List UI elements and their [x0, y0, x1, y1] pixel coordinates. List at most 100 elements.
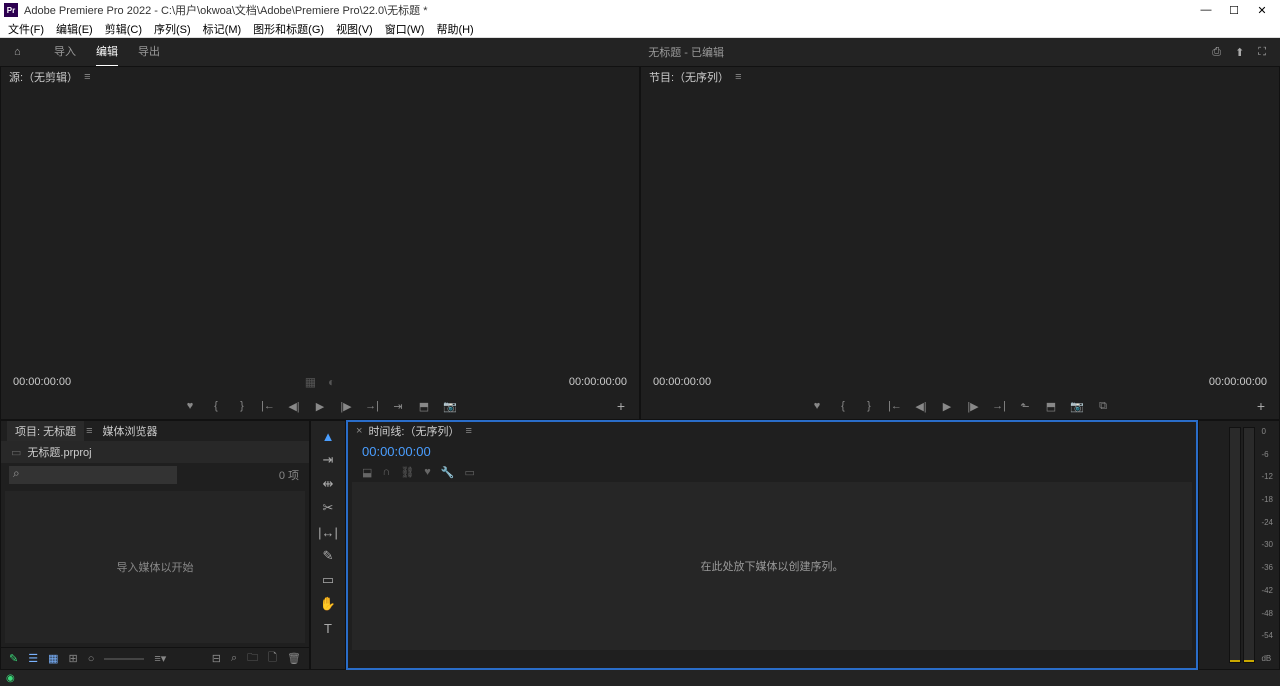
timeline-timecode[interactable]: 00:00:00:00 — [362, 444, 431, 459]
prog-export-frame-icon[interactable]: 📷 — [1070, 400, 1084, 413]
timeline-tracks[interactable]: 在此处放下媒体以创建序列。 — [352, 482, 1192, 650]
workspace-bar: ⌂ 导入 编辑 导出 无标题 - 已编辑 ⎙ ⬆ ⛶ — [0, 38, 1280, 66]
audio-meters: 0 -6 -12 -18 -24 -30 -36 -42 -48 -54 dB — [1198, 420, 1280, 670]
project-tab[interactable]: 项目: 无标题 — [7, 421, 84, 441]
status-indicator-icon[interactable]: ◉ — [6, 673, 15, 684]
prog-extract-icon[interactable]: ⬒ — [1044, 400, 1058, 413]
auto-sequence-icon[interactable]: ⊟ — [212, 652, 221, 665]
home-icon[interactable]: ⌂ — [14, 46, 34, 58]
menu-graphics[interactable]: 图形和标题(G) — [247, 21, 330, 37]
workspace-tab-import[interactable]: 导入 — [54, 37, 76, 67]
import-hint: 导入媒体以开始 — [117, 559, 194, 575]
razor-tool[interactable]: ✂ — [317, 499, 339, 517]
selection-tool[interactable]: ▲ — [317, 427, 339, 445]
project-search-input[interactable] — [9, 466, 177, 484]
list-view-icon[interactable]: ☰ — [28, 652, 38, 665]
delete-icon[interactable]: 🗑 — [287, 652, 301, 665]
hand-tool[interactable]: ✋ — [317, 595, 339, 613]
prog-step-fwd-icon[interactable]: |▶ — [966, 400, 980, 413]
play-icon[interactable]: ▶ — [313, 400, 327, 413]
timeline-menu-icon[interactable]: ≡ — [466, 425, 472, 437]
timeline-panel: × 时间线:（无序列） ≡ 00:00:00:00 ⬓ ∩ ⛓ ♥ 🔧 ▭ 在此… — [346, 420, 1198, 670]
quick-export-icon[interactable]: ⎙ — [1212, 46, 1221, 59]
ripple-edit-tool[interactable]: ⇹ — [317, 475, 339, 493]
project-tab-menu-icon[interactable]: ≡ — [86, 425, 92, 437]
fullscreen-icon[interactable]: ⛶ — [1258, 46, 1266, 59]
tools-panel: ▲ ⇥ ⇹ ✂ |↔| ✎ ▭ ✋ T — [310, 420, 346, 670]
go-out-icon[interactable]: →| — [365, 400, 379, 412]
status-bar: ◉ — [0, 670, 1280, 686]
menu-sequence[interactable]: 序列(S) — [148, 21, 197, 37]
project-bin[interactable]: 导入媒体以开始 — [5, 491, 305, 643]
export-frame-icon[interactable]: 📷 — [443, 400, 457, 413]
prog-lift-icon[interactable]: ⬑ — [1018, 400, 1032, 413]
icon-view-icon[interactable]: ▦ — [48, 652, 58, 665]
sort-icon[interactable]: ≡▾ — [154, 652, 166, 665]
prog-compare-icon[interactable]: ⧉ — [1096, 400, 1110, 413]
slip-tool[interactable]: |↔| — [317, 523, 339, 541]
tl-link-icon[interactable]: ⛓ — [400, 466, 414, 479]
program-add-button-icon[interactable]: + — [1257, 398, 1265, 414]
new-item-icon[interactable]: 🗋 — [268, 649, 277, 668]
track-select-tool[interactable]: ⇥ — [317, 451, 339, 469]
type-tool[interactable]: T — [317, 619, 339, 637]
mark-out-icon[interactable]: } — [235, 400, 249, 412]
tl-insert-icon[interactable]: ⬓ — [362, 466, 372, 479]
menu-help[interactable]: 帮助(H) — [430, 21, 479, 37]
program-tc-left[interactable]: 00:00:00:00 — [653, 376, 711, 388]
program-panel-menu-icon[interactable]: ≡ — [735, 71, 741, 83]
zoom-slider[interactable] — [104, 658, 144, 660]
menu-marker[interactable]: 标记(M) — [197, 21, 248, 37]
source-viewport[interactable] — [1, 87, 639, 371]
mark-in-icon[interactable]: { — [209, 400, 223, 412]
step-fwd-icon[interactable]: |▶ — [339, 400, 353, 413]
prog-step-back-icon[interactable]: ◀| — [914, 400, 928, 413]
app-logo: Pr — [4, 3, 18, 17]
freeform-view-icon[interactable]: ⊞ — [69, 652, 78, 665]
rectangle-tool[interactable]: ▭ — [317, 571, 339, 589]
tl-settings-icon[interactable]: 🔧 — [441, 466, 455, 479]
menu-window[interactable]: 窗口(W) — [379, 21, 431, 37]
prog-play-icon[interactable]: ▶ — [940, 400, 954, 413]
tl-snap-icon[interactable]: ∩ — [382, 466, 390, 478]
source-tc-left[interactable]: 00:00:00:00 — [13, 376, 71, 388]
menu-file[interactable]: 文件(F) — [2, 21, 50, 37]
find-icon[interactable]: ⌕ — [231, 652, 237, 665]
menu-edit[interactable]: 编辑(E) — [50, 21, 99, 37]
source-fit-icon[interactable]: ▦ — [302, 375, 319, 389]
menu-clip[interactable]: 剪辑(C) — [99, 21, 148, 37]
pen-view-icon[interactable]: ✎ — [9, 652, 18, 665]
source-half-icon[interactable]: ◐ — [325, 375, 338, 389]
step-back-icon[interactable]: ◀| — [287, 400, 301, 413]
share-icon[interactable]: ⬆ — [1235, 46, 1244, 59]
prog-mark-out-icon[interactable]: } — [862, 400, 876, 412]
prog-marker-icon[interactable]: ♥ — [810, 400, 824, 412]
go-in-icon[interactable]: |← — [261, 400, 275, 412]
tl-caption-icon[interactable]: ▭ — [465, 466, 475, 479]
media-browser-tab[interactable]: 媒体浏览器 — [95, 421, 166, 441]
project-folder-icon: ▭ — [11, 446, 21, 459]
zoom-out-icon[interactable]: ○ — [88, 653, 95, 665]
prog-go-in-icon[interactable]: |← — [888, 400, 902, 412]
workspace-tab-export[interactable]: 导出 — [138, 37, 160, 67]
tl-marker-icon[interactable]: ♥ — [424, 466, 431, 478]
pen-tool[interactable]: ✎ — [317, 547, 339, 565]
workspace-tab-edit[interactable]: 编辑 — [96, 37, 118, 67]
insert-icon[interactable]: ⇥ — [391, 400, 405, 413]
timeline-hint: 在此处放下媒体以创建序列。 — [701, 558, 844, 574]
overwrite-icon[interactable]: ⬒ — [417, 400, 431, 413]
program-viewport[interactable] — [641, 87, 1279, 371]
menu-view[interactable]: 视图(V) — [330, 21, 379, 37]
add-marker-icon[interactable]: ♥ — [183, 400, 197, 412]
prog-go-out-icon[interactable]: →| — [992, 400, 1006, 412]
project-item-count: 0 项 — [279, 467, 299, 483]
source-add-button-icon[interactable]: + — [617, 398, 625, 414]
prog-mark-in-icon[interactable]: { — [836, 400, 850, 412]
maximize-button[interactable]: ☐ — [1220, 4, 1248, 17]
timeline-close-icon[interactable]: × — [356, 425, 362, 437]
source-panel-menu-icon[interactable]: ≡ — [84, 71, 90, 83]
new-bin-icon[interactable]: 🗀 — [247, 649, 258, 668]
source-panel-title: 源:（无剪辑） — [9, 69, 78, 85]
minimize-button[interactable]: — — [1192, 4, 1220, 16]
close-button[interactable]: ✕ — [1248, 4, 1276, 17]
